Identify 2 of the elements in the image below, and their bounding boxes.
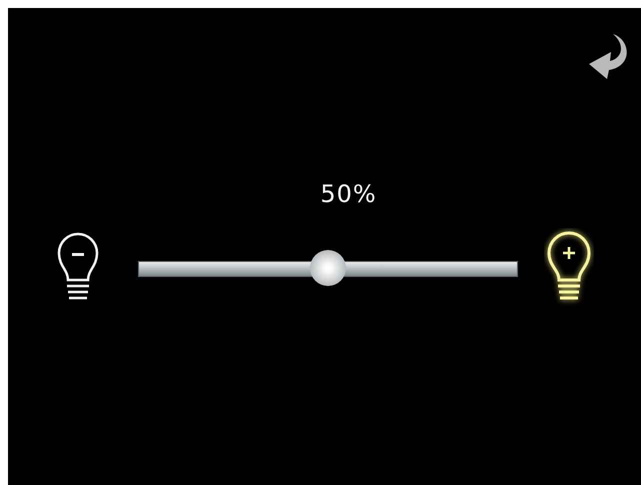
brightness-reading: 50% [320, 180, 377, 208]
slider-thumb[interactable] [310, 250, 346, 286]
